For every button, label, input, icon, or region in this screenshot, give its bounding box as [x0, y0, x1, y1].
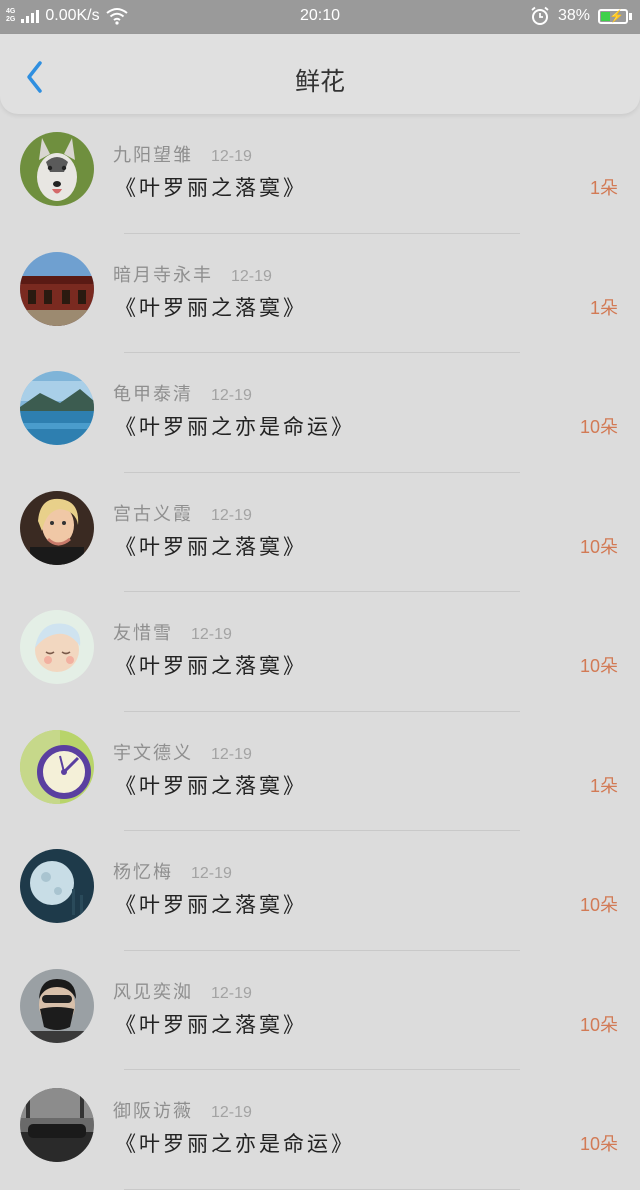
gift-date: 12-19	[211, 506, 252, 524]
book-title: 《叶罗丽之亦是命运》	[115, 1132, 355, 1156]
book-title: 《叶罗丽之落寞》	[115, 534, 307, 559]
avatar-image	[20, 968, 94, 1043]
flower-quantity: 10朵	[579, 536, 618, 557]
user-name-text: 宇文德义	[113, 742, 193, 764]
list-item[interactable]: 宇文德义 12-19 《叶罗丽之落寞》 1朵	[0, 712, 640, 831]
list-item[interactable]: 暗月寺永丰 12-19 《叶罗丽之落寞》 1朵	[0, 234, 640, 353]
list-item[interactable]: 御阪访薇 12-19 《叶罗丽之亦是命运》 10朵	[0, 1070, 640, 1190]
avatar	[20, 610, 94, 684]
user-name: 龟甲泰清 12-19	[113, 380, 252, 406]
gift-date: 12-19	[211, 148, 252, 165]
gift-date: 12-19	[211, 745, 252, 763]
user-name-text: 九阳望雏	[113, 145, 193, 166]
book-title: 《叶罗丽之落寞》	[115, 1012, 307, 1037]
avatar-image	[20, 729, 94, 804]
user-name: 风见奕洳 12-19	[113, 978, 252, 1004]
avatar-image	[20, 132, 94, 206]
list-item[interactable]: 九阳望雏 12-19 《叶罗丽之落寞》 1朵	[0, 114, 640, 234]
user-name-text: 龟甲泰清	[113, 384, 193, 405]
gift-date: 12-19	[211, 984, 252, 1002]
flower-quantity: 10朵	[579, 417, 618, 437]
user-name-text: 宫古义霞	[113, 503, 193, 525]
gift-date: 12-19	[211, 387, 252, 404]
flower-quantity: 10朵	[579, 895, 618, 915]
avatar-image	[20, 371, 94, 445]
avatar-image	[20, 490, 94, 565]
status-right: 38% ⚡	[530, 6, 632, 26]
gift-date: 12-19	[191, 626, 232, 643]
divider	[124, 1188, 520, 1190]
user-name: 宇文德义 12-19	[113, 739, 252, 765]
book-title: 《叶罗丽之亦是命运》	[115, 415, 355, 439]
gift-date: 12-19	[231, 267, 272, 285]
battery-percent: 38%	[557, 7, 590, 24]
avatar	[20, 132, 94, 206]
user-name: 九阳望雏 12-19	[113, 141, 252, 167]
flower-quantity: 10朵	[579, 1014, 618, 1035]
book-title: 《叶罗丽之落寞》	[115, 654, 307, 678]
user-name-text: 杨忆梅	[113, 862, 173, 883]
alarm-icon	[531, 6, 549, 25]
list-item[interactable]: 风见奕洳 12-19 《叶罗丽之落寞》 10朵	[0, 951, 640, 1070]
avatar-image	[20, 610, 94, 684]
battery-icon: ⚡	[598, 8, 628, 24]
avatar	[20, 729, 94, 804]
flower-quantity: 1朵	[589, 297, 618, 318]
flower-quantity: 1朵	[589, 178, 618, 198]
user-name: 暗月寺永丰 12-19	[113, 261, 272, 287]
list-item[interactable]: 龟甲泰清 12-19 《叶罗丽之亦是命运》 10朵	[0, 353, 640, 473]
avatar	[20, 1088, 94, 1162]
user-name: 御阪访薇 12-19	[113, 1097, 252, 1123]
avatar	[20, 371, 94, 445]
flower-quantity: 10朵	[579, 1134, 618, 1154]
list-item[interactable]: 宫古义霞 12-19 《叶罗丽之落寞》 10朵	[0, 473, 640, 592]
book-title: 《叶罗丽之落寞》	[115, 176, 307, 200]
user-name: 友惜雪 12-19	[113, 619, 232, 645]
avatar	[20, 849, 94, 923]
gift-date: 12-19	[191, 865, 232, 882]
gift-date: 12-19	[211, 1104, 252, 1121]
user-name: 杨忆梅 12-19	[113, 858, 232, 884]
user-name-text: 友惜雪	[113, 623, 173, 644]
avatar	[20, 251, 94, 326]
user-name-text: 暗月寺永丰	[113, 264, 213, 286]
user-name-text: 御阪访薇	[113, 1101, 193, 1122]
avatar-image	[20, 251, 94, 326]
list-item[interactable]: 杨忆梅 12-19 《叶罗丽之落寞》 10朵	[0, 831, 640, 951]
navigation-bar: 鲜花	[0, 34, 640, 114]
list-item[interactable]: 友惜雪 12-19 《叶罗丽之落寞》 10朵	[0, 592, 640, 712]
book-title: 《叶罗丽之落寞》	[115, 773, 307, 798]
user-name-text: 风见奕洳	[113, 981, 193, 1003]
book-title: 《叶罗丽之落寞》	[115, 893, 307, 917]
page-title: 鲜花	[294, 67, 345, 96]
book-title: 《叶罗丽之落寞》	[115, 295, 307, 320]
flower-quantity: 10朵	[579, 656, 618, 676]
status-bar: 4G 2G 0.00K/s 20:10 38% ⚡	[0, 0, 640, 34]
battery-tip	[629, 12, 632, 20]
avatar-image	[20, 849, 94, 923]
user-name: 宫古义霞 12-19	[113, 500, 252, 526]
avatar	[20, 968, 94, 1043]
avatar-image	[20, 1088, 94, 1162]
flower-gift-list: 九阳望雏 12-19 《叶罗丽之落寞》 1朵 暗月寺永丰 12-19 《叶罗丽之落寞》 1朵龟…	[0, 114, 640, 1190]
avatar	[20, 490, 94, 565]
flower-quantity: 1朵	[589, 775, 618, 796]
